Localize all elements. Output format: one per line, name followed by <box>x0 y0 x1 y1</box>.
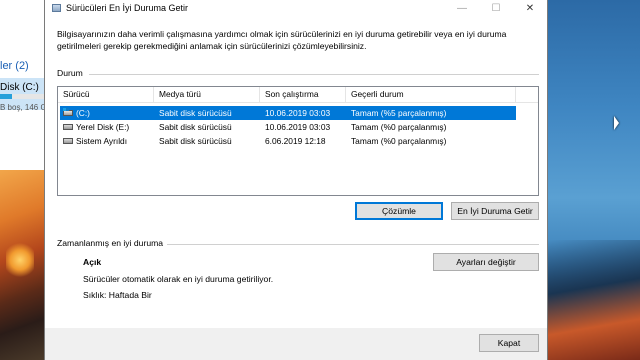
explorer-section-label: ler (2) <box>0 60 29 72</box>
drives-list-header: Sürücü Medya türü Son çalıştırma Geçerli… <box>58 87 538 103</box>
explorer-drive-label[interactable]: Disk (C:) <box>0 82 39 93</box>
schedule-description: Sürücüler otomatik olarak en iyi duruma … <box>83 274 274 284</box>
status-cell: Tamam (%0 parçalanmış) <box>351 122 447 132</box>
column-header-current-status[interactable]: Geçerli durum <box>346 87 516 102</box>
explorer-drive-free-text: B boş, 146 G <box>0 103 44 112</box>
window-title: Sürücüleri En İyi Duruma Getir <box>66 3 189 13</box>
intro-text: Bilgisayarınızın daha verimli çalışmasın… <box>57 29 507 51</box>
drive-row-c[interactable]: (C:) Sabit disk sürücüsü 10.06.2019 03:0… <box>60 106 516 120</box>
minimize-button[interactable]: — <box>445 0 479 16</box>
schedule-group-label: Zamanlanmış en iyi duruma <box>57 238 164 248</box>
media-type-cell: Sabit disk sürücüsü <box>159 136 232 146</box>
drives-list[interactable]: Sürücü Medya türü Son çalıştırma Geçerli… <box>57 86 539 196</box>
maximize-button[interactable]: ☐ <box>479 0 513 16</box>
drive-name-cell: Sistem Ayrıldı <box>58 136 154 146</box>
drive-name: Sistem Ayrıldı <box>76 136 128 146</box>
schedule-group-divider <box>167 244 539 245</box>
column-header-last-run[interactable]: Son çalıştırma <box>260 87 346 102</box>
media-type-cell: Sabit disk sürücüsü <box>159 108 232 118</box>
desktop-wallpaper-right <box>548 0 640 360</box>
dialog-footer: Kapat <box>45 328 547 360</box>
media-type-cell: Sabit disk sürücüsü <box>159 122 232 132</box>
column-header-drive[interactable]: Sürücü <box>58 87 154 102</box>
drive-row-system-reserved[interactable]: Sistem Ayrıldı Sabit disk sürücüsü 6.06.… <box>58 134 538 148</box>
analyze-button[interactable]: Çözümle <box>355 202 443 220</box>
wallpaper-rocks <box>548 240 640 360</box>
column-header-media-type[interactable]: Medya türü <box>154 87 260 102</box>
last-run-cell: 6.06.2019 12:18 <box>265 136 326 146</box>
last-run-cell: 10.06.2019 03:03 <box>265 122 331 132</box>
close-window-button[interactable]: ✕ <box>513 0 547 16</box>
hard-drive-icon <box>63 138 73 144</box>
schedule-status: Açık <box>83 257 102 267</box>
last-run-cell: 10.06.2019 03:03 <box>265 108 331 118</box>
mouse-cursor-icon <box>614 116 619 130</box>
optimize-drives-window: Sürücüleri En İyi Duruma Getir — ☐ ✕ Bil… <box>44 0 548 360</box>
change-settings-button[interactable]: Ayarları değiştir <box>433 253 539 271</box>
close-button[interactable]: Kapat <box>479 334 539 352</box>
optimize-button[interactable]: En İyi Duruma Getir <box>451 202 539 220</box>
status-cell: Tamam (%0 parçalanmış) <box>351 136 447 146</box>
windows-drive-icon <box>63 108 73 116</box>
status-group-label: Durum <box>57 68 83 78</box>
status-group-divider <box>89 74 539 75</box>
hard-drive-icon <box>63 124 73 130</box>
drive-name-cell: Yerel Disk (E:) <box>58 122 154 132</box>
defrag-app-icon <box>52 4 61 12</box>
drive-row-e[interactable]: Yerel Disk (E:) Sabit disk sürücüsü 10.0… <box>58 120 538 134</box>
explorer-drive-usage-bar <box>0 94 12 99</box>
drive-name: Yerel Disk (E:) <box>76 122 130 132</box>
background-explorer-strip: ler (2) Disk (C:) B boş, 146 G <box>0 0 44 360</box>
desktop-wallpaper-left <box>0 170 44 360</box>
status-cell: Tamam (%5 parçalanmış) <box>351 108 447 118</box>
window-controls: — ☐ ✕ <box>445 0 547 16</box>
drive-name: (C:) <box>76 108 90 118</box>
schedule-frequency: Sıklık: Haftada Bir <box>83 290 152 300</box>
explorer-drive-usage-empty <box>12 94 44 99</box>
title-bar[interactable]: Sürücüleri En İyi Duruma Getir — ☐ ✕ <box>45 0 547 16</box>
drive-name-cell: (C:) <box>60 108 154 118</box>
